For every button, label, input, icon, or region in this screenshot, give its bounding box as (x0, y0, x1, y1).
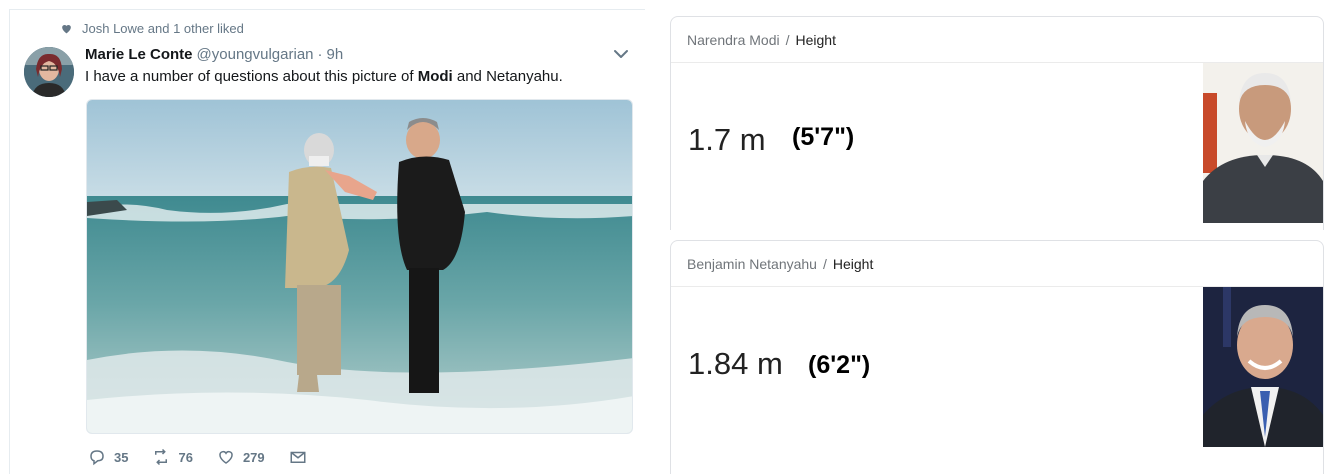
breadcrumb-separator: / (785, 31, 790, 48)
breadcrumb-person[interactable]: Benjamin Netanyahu (687, 256, 817, 272)
height-card-modi: Narendra Modi / Height 1.7 m (5'7") (670, 16, 1324, 230)
breadcrumb-attribute: Height (795, 31, 836, 48)
heart-icon (62, 24, 71, 34)
height-imperial: (5'7") (792, 123, 855, 151)
dm-action[interactable] (289, 448, 307, 466)
heart-outline-icon[interactable] (217, 448, 235, 466)
breadcrumb-separator: / (822, 255, 827, 272)
separator-dot: · (317, 46, 323, 63)
chevron-down-icon[interactable] (613, 47, 629, 61)
height-metric: 1.84 m (688, 346, 783, 381)
tweet-photo[interactable] (86, 99, 633, 434)
tweet-header: Marie Le Conte @youngvulgarian · 9h (85, 46, 343, 63)
retweet-action[interactable]: 76 (152, 448, 193, 466)
reply-count: 35 (114, 449, 129, 465)
breadcrumb-attribute: Height (832, 255, 874, 272)
retweet-count: 76 (178, 449, 193, 465)
tweet-actions: 35 76 279 (88, 448, 331, 466)
social-context: Josh Lowe and 1 other liked (60, 21, 244, 36)
height-card-netanyahu: Benjamin Netanyahu / Height 1.84 m (6'2"… (670, 240, 1324, 474)
tweet-text-part: I have a number of questions about this … (85, 68, 418, 85)
retweet-icon[interactable] (152, 448, 170, 466)
avatar[interactable] (24, 47, 74, 97)
reply-icon[interactable] (88, 448, 106, 466)
tweet-card[interactable]: Josh Lowe and 1 other liked Marie Le Con… (9, 9, 645, 474)
tweet-text-bold[interactable]: Modi (418, 68, 453, 85)
author-name[interactable]: Marie Le Conte (85, 46, 193, 63)
mail-icon[interactable] (289, 448, 307, 466)
card-body: 1.84 m (6'2") (671, 287, 1323, 474)
person-photo[interactable] (1203, 63, 1323, 223)
like-action[interactable]: 279 (217, 448, 265, 466)
height-imperial: (6'2") (808, 351, 871, 379)
tweet-text: I have a number of questions about this … (85, 68, 563, 85)
like-count: 279 (242, 449, 265, 465)
height-metric: 1.7 m (688, 122, 766, 157)
tweet-timestamp[interactable]: 9h (327, 46, 344, 63)
tweet-text-part: and Netanyahu. (452, 68, 563, 85)
author-handle[interactable]: @youngvulgarian (197, 46, 314, 63)
liked-by-text[interactable]: Josh Lowe and 1 other liked (82, 21, 244, 36)
breadcrumb: Benjamin Netanyahu / Height (671, 241, 1323, 287)
reply-action[interactable]: 35 (88, 448, 128, 466)
breadcrumb: Narendra Modi / Height (671, 17, 1323, 63)
breadcrumb-person[interactable]: Narendra Modi (687, 32, 780, 48)
person-photo[interactable] (1203, 287, 1323, 447)
card-body: 1.7 m (5'7") (671, 63, 1323, 230)
